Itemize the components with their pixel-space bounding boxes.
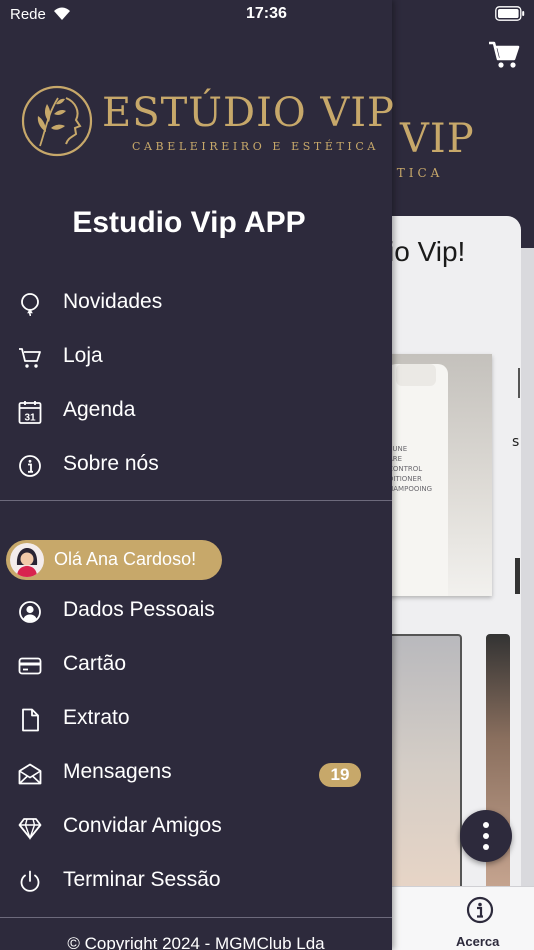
background-logo-text: VIP	[400, 116, 475, 162]
info-icon	[19, 455, 41, 477]
credit-card-icon	[18, 657, 42, 675]
logo-subtitle: CABELEIREIRO E ESTÉTICA	[132, 140, 379, 153]
tab-acerca[interactable]: Acerca	[456, 934, 499, 949]
status-bar: Rede 17:36	[0, 0, 534, 28]
welcome-heading: io Vip!	[388, 236, 466, 267]
diamond-icon	[18, 818, 42, 840]
menu-item-label: Loja	[63, 344, 103, 367]
background-logo-subtitle: ÉTICA	[384, 166, 444, 180]
bottle-label-line: EUNE	[388, 445, 408, 453]
logo-emblem-icon	[21, 85, 93, 157]
bottle-label-line: ARE	[388, 455, 403, 463]
menu-item-label: Terminar Sessão	[63, 868, 221, 891]
content-strip	[521, 248, 534, 898]
battery-icon	[495, 6, 525, 21]
envelope-icon	[18, 763, 42, 785]
logo-title: ESTÚDIO VIP	[102, 90, 395, 136]
bottle-label-line: CONTROL	[388, 465, 423, 473]
menu-item-label: Convidar Amigos	[63, 814, 222, 837]
menu-item-cartao[interactable]: Cartão	[0, 642, 392, 690]
carousel-indicator	[515, 558, 520, 594]
scroll-indicator	[518, 368, 520, 398]
user-circle-icon	[19, 601, 41, 623]
menu-item-mensagens[interactable]: Mensagens 19	[0, 750, 392, 798]
menu-item-label: Novidades	[63, 290, 163, 313]
power-icon	[20, 870, 40, 892]
menu-item-label: Cartão	[63, 652, 127, 675]
document-icon	[22, 708, 39, 732]
balloon-icon	[21, 293, 39, 316]
bottle-label-line: DITIONER	[388, 475, 422, 483]
bottle-label: EUNE ARE CONTROL DITIONER HAMPOOING	[388, 444, 432, 494]
product-bottle: EUNE ARE CONTROL DITIONER HAMPOOING	[386, 364, 448, 596]
menu-item-label: Dados Pessoais	[63, 598, 215, 621]
menu-item-loja[interactable]: Loja	[0, 334, 392, 382]
greeting-text: Olá Ana Cardoso!	[54, 549, 197, 569]
carrier-label: Rede	[10, 6, 46, 23]
cart-icon[interactable]	[488, 40, 520, 70]
menu-item-extrato[interactable]: Extrato	[0, 696, 392, 744]
unread-count-badge: 19	[319, 763, 361, 787]
app-title: Estudio Vip APP	[72, 206, 306, 239]
menu-item-convidar-amigos[interactable]: Convidar Amigos	[0, 804, 392, 852]
info-icon[interactable]	[466, 896, 494, 924]
bottle-label-line: HAMPOOING	[388, 485, 433, 493]
brand-logo: ESTÚDIO VIP CABELEIREIRO E ESTÉTICA	[20, 84, 394, 164]
user-greeting-badge[interactable]: Olá Ana Cardoso!	[6, 540, 222, 580]
menu-item-label: Agenda	[63, 398, 136, 421]
menu-item-label: Extrato	[63, 706, 130, 729]
more-options-button[interactable]	[460, 810, 512, 862]
menu-divider	[0, 500, 392, 501]
product-image[interactable]: EUNE ARE CONTROL DITIONER HAMPOOING	[380, 354, 492, 596]
wifi-icon	[54, 7, 70, 20]
menu-item-terminar-sessao[interactable]: Terminar Sessão	[0, 858, 392, 906]
footer-divider	[0, 917, 392, 918]
clock: 17:36	[246, 5, 287, 22]
menu-item-agenda[interactable]: 31 Agenda	[0, 388, 392, 436]
copyright-text: © Copyright 2024 - MGMClub Lda	[67, 934, 325, 950]
menu-item-sobre-nos[interactable]: Sobre nós	[0, 442, 392, 490]
menu-item-label: Sobre nós	[63, 452, 159, 475]
menu-item-novidades[interactable]: Novidades	[0, 280, 392, 328]
cart-icon	[19, 348, 41, 368]
menu-item-dados-pessoais[interactable]: Dados Pessoais	[0, 588, 392, 636]
calendar-icon: 31	[18, 401, 42, 424]
user-avatar-icon	[16, 548, 38, 577]
calendar-day-number: 31	[24, 413, 36, 424]
menu-item-label: Mensagens	[63, 760, 172, 783]
side-text: s	[512, 434, 520, 450]
avatar	[10, 543, 44, 577]
side-drawer: ESTÚDIO VIP CABELEIREIRO E ESTÉTICA Estu…	[0, 0, 394, 950]
gallery-photo[interactable]	[380, 634, 462, 896]
bottle-cap	[396, 364, 436, 386]
